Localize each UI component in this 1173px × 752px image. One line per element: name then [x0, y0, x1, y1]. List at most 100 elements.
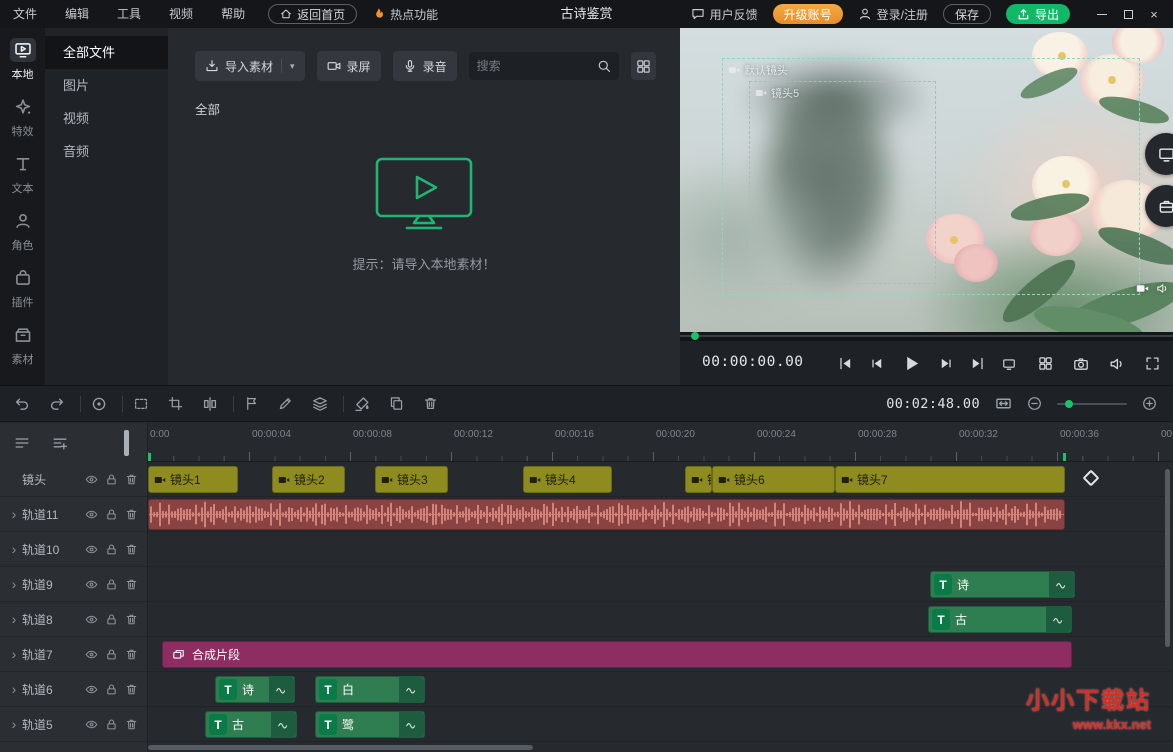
sidebar-item-plugins[interactable]: 插件 — [0, 266, 45, 310]
playhead-grip[interactable] — [124, 430, 129, 456]
layers-button[interactable] — [312, 396, 328, 412]
animation-icon[interactable] — [399, 677, 424, 702]
track-lock-toggle[interactable] — [105, 648, 118, 661]
volume-button[interactable] — [1109, 356, 1125, 372]
import-media-button[interactable]: 导入素材 ▾ — [195, 51, 305, 81]
zoom-slider[interactable] — [1057, 403, 1127, 405]
minimize-button[interactable] — [1089, 0, 1115, 28]
track-collapse-chevron[interactable]: › — [6, 682, 22, 696]
animation-icon[interactable] — [1049, 572, 1074, 597]
copy-button[interactable] — [389, 396, 404, 411]
grid-view-button[interactable] — [631, 52, 656, 80]
track-lane[interactable]: T诗 T白 — [148, 672, 1173, 707]
text-clip[interactable]: T古 — [205, 711, 297, 738]
track-lane[interactable]: 镜头1镜头2镜头3镜头4镜头5镜头6镜头7 — [148, 462, 1173, 497]
menu-item[interactable]: 视频 — [156, 0, 206, 28]
shot-clip[interactable]: 镜头6 — [712, 466, 835, 493]
edit-button[interactable] — [278, 396, 293, 411]
keyframe-diamond[interactable] — [1083, 470, 1100, 487]
shot5-selection[interactable]: 镜头5 — [749, 81, 936, 284]
fullscreen-button[interactable] — [1145, 356, 1160, 371]
range-marker[interactable] — [148, 453, 151, 462]
track-lane[interactable] — [148, 532, 1173, 567]
track-visibility-toggle[interactable] — [85, 508, 98, 521]
library-category[interactable]: 图片 — [45, 69, 168, 102]
text-clip[interactable]: T白 — [315, 676, 425, 703]
track-lock-toggle[interactable] — [105, 508, 118, 521]
text-clip[interactable]: T鹭 — [315, 711, 425, 738]
login-button[interactable]: 登录/注册 — [858, 6, 928, 23]
export-button[interactable]: 导出 — [1006, 4, 1070, 24]
snapshot-button[interactable] — [1073, 356, 1089, 372]
track-lock-toggle[interactable] — [105, 683, 118, 696]
redo-button[interactable] — [49, 396, 65, 412]
zoom-out-button[interactable] — [1027, 396, 1042, 411]
shot-clip[interactable]: 镜头5 — [685, 466, 712, 493]
range-marker[interactable] — [1063, 453, 1066, 462]
track-lock-toggle[interactable] — [105, 543, 118, 556]
timeline-ruler[interactable]: 0:0000:00:0400:00:0800:00:1200:00:1600:0… — [148, 423, 1173, 462]
track-visibility-toggle[interactable] — [85, 683, 98, 696]
close-button[interactable]: × — [1141, 0, 1167, 28]
animation-icon[interactable] — [271, 712, 296, 737]
seek-handle[interactable] — [691, 332, 699, 340]
shot-clip[interactable]: 镜头1 — [148, 466, 238, 493]
library-category[interactable]: 全部文件 — [45, 36, 168, 69]
fit-timeline-button[interactable] — [995, 395, 1012, 412]
track-collapse-chevron[interactable]: › — [6, 507, 22, 521]
track-visibility-toggle[interactable] — [85, 718, 98, 731]
track-collapse-chevron[interactable]: › — [6, 647, 22, 661]
maximize-button[interactable] — [1115, 0, 1141, 28]
vertical-scrollbar[interactable] — [1165, 469, 1170, 647]
crop-button[interactable] — [168, 396, 183, 411]
track-collapse-chevron[interactable]: › — [6, 577, 22, 591]
track-delete-button[interactable] — [125, 613, 138, 626]
library-category[interactable]: 视频 — [45, 102, 168, 135]
save-button[interactable]: 保存 — [943, 4, 991, 24]
zoom-slider-thumb[interactable] — [1065, 400, 1073, 408]
feedback-button[interactable]: 用户反馈 — [691, 6, 758, 23]
track-delete-button[interactable] — [125, 543, 138, 556]
skip-start-button[interactable] — [838, 356, 853, 371]
menu-item[interactable]: 文件 — [0, 0, 50, 28]
track-visibility-toggle[interactable] — [85, 543, 98, 556]
track-delete-button[interactable] — [125, 473, 138, 486]
animation-icon[interactable] — [269, 677, 294, 702]
select-tool-button[interactable] — [133, 396, 149, 412]
record-screen-button[interactable]: 录屏 — [317, 51, 381, 81]
text-clip[interactable]: T古 — [928, 606, 1072, 633]
shot-clip[interactable]: 镜头2 — [272, 466, 345, 493]
record-keyframe-button[interactable] — [91, 396, 107, 412]
track-delete-button[interactable] — [125, 718, 138, 731]
mini-player-button[interactable] — [1002, 357, 1016, 371]
group-clip[interactable]: 合成片段 — [162, 641, 1072, 668]
track-delete-button[interactable] — [125, 648, 138, 661]
record-voice-button[interactable]: 录音 — [393, 51, 457, 81]
shot-clip[interactable]: 镜头4 — [523, 466, 612, 493]
sidebar-item-assets[interactable]: 素材 — [0, 323, 45, 367]
frame-back-button[interactable] — [870, 356, 885, 371]
track-collapse-chevron[interactable]: › — [6, 717, 22, 731]
preview-seekbar[interactable] — [680, 332, 1173, 340]
track-visibility-toggle[interactable] — [85, 473, 98, 486]
menu-item[interactable]: 编辑 — [52, 0, 102, 28]
track-delete-button[interactable] — [125, 508, 138, 521]
track-visibility-toggle[interactable] — [85, 648, 98, 661]
frame-forward-button[interactable] — [938, 356, 953, 371]
marker-button[interactable] — [244, 396, 259, 411]
track-lane[interactable]: T古 — [148, 602, 1173, 637]
text-clip[interactable]: T诗 — [215, 676, 295, 703]
text-clip[interactable]: T诗 — [930, 571, 1075, 598]
undo-button[interactable] — [14, 396, 30, 412]
audio-clip[interactable] — [148, 499, 1065, 530]
shot-clip[interactable]: 镜头3 — [375, 466, 448, 493]
track-lane[interactable]: T诗 — [148, 567, 1173, 602]
upgrade-account-button[interactable]: 升级账号 — [773, 4, 843, 24]
filter-tab-all[interactable]: 全部 — [195, 99, 680, 118]
track-lock-toggle[interactable] — [105, 473, 118, 486]
search-icon[interactable] — [597, 59, 611, 73]
clip-overlay-controls[interactable] — [1136, 282, 1169, 295]
preview-canvas[interactable]: 默认镜头 镜头5 — [680, 28, 1173, 332]
sidebar-item-local[interactable]: 本地 — [0, 38, 45, 82]
animation-icon[interactable] — [399, 712, 424, 737]
